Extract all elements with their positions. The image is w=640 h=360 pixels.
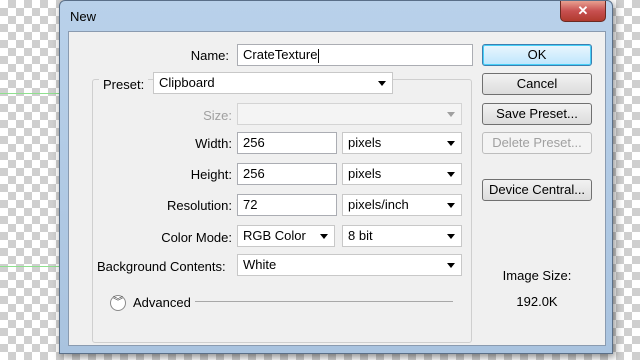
preset-value: Clipboard (159, 75, 215, 90)
save-preset-button[interactable]: Save Preset... (482, 103, 592, 125)
dialog-body: Name: CrateTexture Preset: Clipboard Siz… (68, 31, 606, 346)
close-icon: ✕ (577, 3, 589, 18)
width-field[interactable]: 256 (237, 132, 337, 154)
chevron-down-icon (447, 172, 455, 177)
image-size-label: Image Size: (502, 268, 572, 283)
size-select[interactable] (237, 103, 462, 125)
width-unit-value: pixels (348, 135, 382, 150)
resolution-unit-select[interactable]: pixels/inch (342, 194, 462, 216)
title-bar[interactable]: New ✕ (60, 1, 612, 31)
height-unit-select[interactable]: pixels (342, 163, 462, 185)
text-cursor (318, 48, 320, 63)
advanced-divider (195, 301, 453, 302)
resolution-value: 72 (243, 197, 258, 212)
height-unit-value: pixels (348, 166, 382, 181)
name-label: Name: (190, 48, 229, 63)
name-value: CrateTexture (243, 47, 318, 62)
preset-label: Preset: (99, 77, 149, 92)
guide-line (0, 266, 62, 267)
image-size-value: 192.0K (516, 294, 558, 309)
width-unit-select[interactable]: pixels (342, 132, 462, 154)
size-label: Size: (203, 108, 232, 123)
color-mode-label: Color Mode: (161, 230, 232, 245)
height-field[interactable]: 256 (237, 163, 337, 185)
preset-select[interactable]: Clipboard (153, 72, 393, 94)
chevron-down-icon (447, 234, 455, 239)
resolution-unit-value: pixels/inch (348, 197, 409, 212)
name-field[interactable]: CrateTexture (237, 44, 473, 66)
width-value: 256 (243, 135, 265, 150)
chevron-down-icon (447, 263, 455, 268)
height-value: 256 (243, 166, 265, 181)
guide-line (0, 93, 62, 94)
dialog-title: New (70, 9, 97, 24)
color-mode-value: RGB Color (243, 228, 306, 243)
chevron-down-icon (447, 203, 455, 208)
chevron-double-down-icon[interactable]: ︾ (110, 295, 126, 311)
device-central-button[interactable]: Device Central... (482, 179, 592, 201)
bit-depth-value: 8 bit (348, 228, 373, 243)
color-mode-select[interactable]: RGB Color (237, 225, 335, 247)
resolution-field[interactable]: 72 (237, 194, 337, 216)
background-contents-value: White (243, 257, 277, 272)
advanced-label[interactable]: Advanced (133, 295, 191, 310)
background-contents-label: Background Contents: (97, 259, 226, 274)
resolution-label: Resolution: (166, 198, 232, 213)
width-label: Width: (195, 136, 232, 151)
chevron-down-icon (447, 112, 455, 117)
chevron-down-icon (320, 234, 328, 239)
ok-button[interactable]: OK (482, 44, 592, 66)
chevron-down-icon (447, 141, 455, 146)
delete-preset-button[interactable]: Delete Preset... (482, 132, 592, 154)
background-contents-select[interactable]: White (237, 254, 462, 276)
height-label: Height: (190, 167, 232, 182)
cancel-button[interactable]: Cancel (482, 73, 592, 95)
new-document-dialog: New ✕ Name: CrateTexture Preset: Clipboa… (59, 0, 613, 354)
bit-depth-select[interactable]: 8 bit (342, 225, 462, 247)
chevron-down-icon (378, 81, 386, 86)
close-button[interactable]: ✕ (560, 1, 606, 22)
